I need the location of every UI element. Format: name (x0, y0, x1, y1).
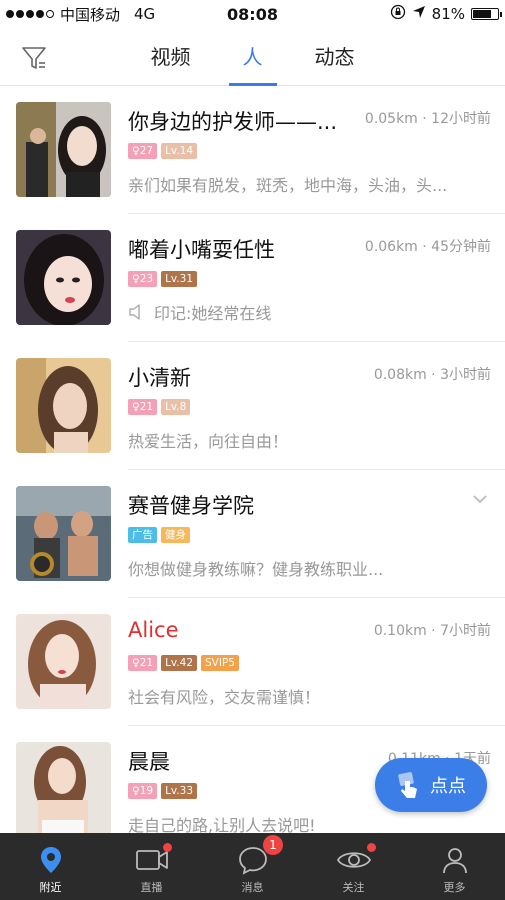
level-badge: Lv.33 (161, 783, 198, 799)
battery-percent: 81% (431, 5, 465, 23)
notification-dot (163, 843, 172, 852)
tab-moments[interactable]: 动态 (311, 28, 359, 86)
gender-age-badge: ♀23 (128, 271, 158, 287)
distance-time: 0.10km · 7小时前 (373, 623, 491, 639)
badges: ♀21 Lv.42 SVIP5 (128, 655, 239, 671)
user-name: Alice (128, 618, 179, 642)
avatar[interactable] (16, 358, 111, 453)
tab-more[interactable]: 更多 (404, 833, 505, 900)
category-badge: 健身 (161, 527, 190, 543)
top-navbar: 视频 人 动态 (0, 28, 505, 86)
top-tabs: 视频 人 动态 (0, 28, 505, 86)
avatar[interactable] (16, 486, 111, 581)
gender-age-badge: ♀21 (128, 655, 158, 671)
tab-messages[interactable]: 1 消息 (202, 833, 303, 900)
badges: ♀21 Lv.8 (128, 399, 191, 415)
badges: ♀19 Lv.33 (128, 783, 198, 799)
bio-text: 亲们如果有脱发，斑秃，地中海，头油，头... (128, 176, 448, 195)
dian-dian-label: 点点 (430, 776, 466, 797)
user-name: 小清新 (128, 366, 191, 390)
bio-text: 热爱生活，向往自由！ (128, 432, 289, 451)
carrier-name: 中国移动 (60, 5, 121, 24)
badges: ♀27 Lv.14 (128, 143, 198, 159)
tab-label: 直播 (140, 881, 163, 894)
level-badge: Lv.14 (161, 143, 198, 159)
nearby-people-list: 你身边的护发师——... 0.05km · 12小时前 ♀27 Lv.14 亲们… (0, 86, 505, 854)
bottom-tab-bar: 附近 直播 1 消息 关注 更多 (0, 833, 505, 900)
ad-description: 你想做健身教练嘛？健身教练职业... (128, 556, 383, 580)
chevron-down-icon[interactable] (471, 490, 489, 508)
tab-people[interactable]: 人 (228, 28, 277, 86)
unread-count-badge: 1 (263, 835, 283, 855)
tab-label: 关注 (342, 881, 365, 894)
avatar[interactable] (16, 614, 111, 709)
ad-list-item[interactable]: 赛普健身学院 广告 健身 你想做健身教练嘛？健身教练职业... (0, 470, 505, 598)
gender-age-badge: ♀21 (128, 399, 158, 415)
badges: ♀23 Lv.31 (128, 271, 198, 287)
eye-icon (336, 852, 371, 868)
user-bio: 印记:她经常在线 (128, 300, 271, 324)
dian-dian-button[interactable]: 点点 (375, 758, 487, 812)
ad-badge: 广告 (128, 527, 157, 543)
level-badge: Lv.31 (161, 271, 198, 287)
user-bio: 亲们如果有脱发，斑秃，地中海，头油，头... (128, 172, 447, 196)
status-left: 中国移动 4G (6, 4, 155, 25)
tab-nearby[interactable]: 附近 (0, 833, 101, 900)
list-item[interactable]: 嘟着小嘴耍任性 0.06km · 45分钟前 ♀23 Lv.31 印记:她经常在… (0, 214, 505, 342)
notification-dot (367, 843, 376, 852)
tab-label: 附近 (39, 881, 62, 894)
gender-age-badge: ♀19 (128, 783, 158, 799)
person-icon (442, 848, 467, 874)
level-badge: Lv.8 (161, 399, 191, 415)
distance-time: 0.08km · 3小时前 (373, 367, 491, 383)
distance-time: 0.05km · 12小时前 (364, 111, 491, 127)
user-bio: 热爱生活，向往自由！ (128, 428, 288, 452)
tab-video[interactable]: 视频 (147, 28, 195, 86)
tab-label: 更多 (443, 881, 466, 894)
location-arrow-icon (412, 5, 426, 23)
avatar[interactable] (16, 742, 111, 837)
status-right: 81% (390, 4, 502, 24)
user-name: 晨晨 (128, 750, 170, 774)
badges: 广告 健身 (128, 527, 190, 543)
battery-icon (471, 8, 502, 20)
list-item[interactable]: Alice 0.10km · 7小时前 ♀21 Lv.42 SVIP5 社会有风… (0, 598, 505, 726)
tab-live[interactable]: 直播 (101, 833, 202, 900)
vip-badge: SVIP5 (201, 655, 239, 671)
gender-age-badge: ♀27 (128, 143, 158, 159)
bio-text: 你想做健身教练嘛？健身教练职业... (128, 560, 384, 579)
avatar[interactable] (16, 102, 111, 197)
status-time: 08:08 (227, 4, 278, 24)
user-bio: 社会有风险，交友需谨慎！ (128, 684, 320, 708)
list-item[interactable]: 小清新 0.08km · 3小时前 ♀21 Lv.8 热爱生活，向往自由！ (0, 342, 505, 470)
network-type: 4G (134, 5, 156, 23)
tap-hand-icon (398, 772, 417, 798)
lock-rotation-icon (390, 4, 406, 24)
speaker-icon (129, 304, 140, 320)
user-name: 你身边的护发师——... (128, 110, 338, 134)
advertiser-name: 赛普健身学院 (128, 494, 254, 518)
status-bar: 中国移动 4G 08:08 81% (0, 0, 505, 28)
user-name: 嘟着小嘴耍任性 (128, 238, 275, 262)
avatar[interactable] (16, 230, 111, 325)
signal-strength-icon (6, 10, 54, 18)
tab-label: 消息 (241, 881, 264, 894)
level-badge: Lv.42 (161, 655, 198, 671)
bio-text: 社会有风险，交友需谨慎！ (128, 688, 321, 707)
bio-text: 印记:她经常在线 (154, 304, 272, 323)
tab-following[interactable]: 关注 (303, 833, 404, 900)
distance-time: 0.06km · 45分钟前 (364, 239, 491, 255)
location-pin-icon (40, 847, 61, 873)
list-item[interactable]: 你身边的护发师——... 0.05km · 12小时前 ♀27 Lv.14 亲们… (0, 86, 505, 214)
